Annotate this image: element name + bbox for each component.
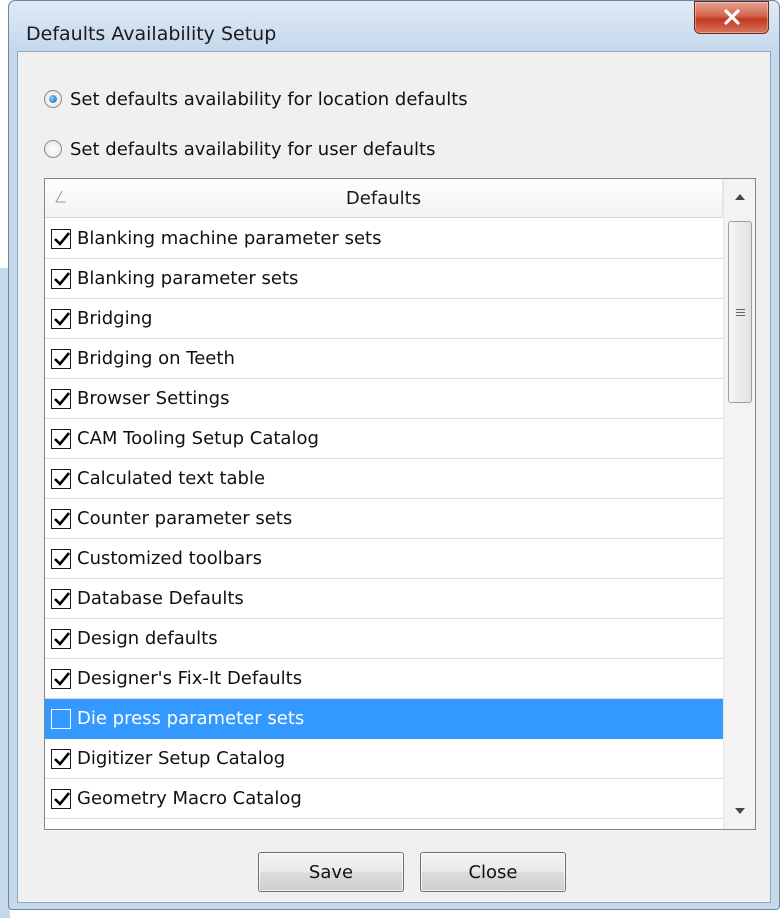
list-item-label: Geometry Macro Catalog [77,788,302,809]
column-header-defaults: Defaults [345,188,422,209]
list-item[interactable]: Designer's Fix-It Defaults [45,659,723,699]
checkbox-checked[interactable] [51,388,71,409]
list-item-label: Design defaults [77,628,218,649]
list-item[interactable]: Digitizer Setup Catalog [45,739,723,779]
checkbox-checked[interactable] [51,228,71,249]
checkbox-unchecked[interactable] [51,708,71,729]
list-item[interactable]: Calculated text table [45,459,723,499]
dialog-client-area: Set defaults availability for location d… [17,51,771,903]
list-item-label: Digitizer Setup Catalog [77,748,286,769]
checkmark-icon [54,471,71,486]
title-bar[interactable]: Defaults Availability Setup [9,1,779,51]
checkmark-icon [54,311,71,326]
scroll-thumb[interactable] [728,221,752,403]
list-item-label: Bridging on Teeth [77,348,235,369]
checkbox-checked[interactable] [51,588,71,609]
close-x-icon [724,9,740,25]
list-item[interactable]: Bridging on Teeth [45,339,723,379]
radio-location-defaults[interactable]: Set defaults availability for location d… [44,86,468,112]
checkmark-icon [54,511,71,526]
list-item-label: Customized toolbars [77,548,262,569]
list-rows: Blanking machine parameter sets Blanking … [45,219,723,819]
window-close-button[interactable] [694,1,769,34]
checkmark-icon [54,631,71,646]
list-item[interactable]: Database Defaults [45,579,723,619]
checkmark-icon [54,791,71,806]
list-item[interactable]: Blanking machine parameter sets [45,219,723,259]
checkbox-checked[interactable] [51,548,71,569]
checkmark-icon [54,431,71,446]
scroll-up-button[interactable] [724,179,755,215]
list-item[interactable]: CAM Tooling Setup Catalog [45,419,723,459]
checkmark-icon [54,671,71,686]
checkmark-icon [54,751,71,766]
checkbox-checked[interactable] [51,668,71,689]
checkbox-checked[interactable] [51,788,71,809]
checkbox-checked[interactable] [51,468,71,489]
checkbox-checked[interactable] [51,628,71,649]
arrow-up-icon [735,194,745,200]
checkmark-icon [54,551,71,566]
list-item[interactable]: Browser Settings [45,379,723,419]
list-item[interactable]: Bridging [45,299,723,339]
radio-user-defaults[interactable]: Set defaults availability for user defau… [44,136,435,162]
vertical-scrollbar[interactable] [723,179,755,829]
list-item-label: Calculated text table [77,468,266,489]
list-column-header[interactable]: Defaults [45,179,723,218]
checkmark-icon [54,351,71,366]
list-item[interactable]: Geometry Macro Catalog [45,779,723,819]
list-item[interactable]: Die press parameter sets [45,699,723,739]
list-item[interactable]: Customized toolbars [45,539,723,579]
list-item-label: Blanking machine parameter sets [77,228,382,249]
save-button[interactable]: Save [258,852,404,892]
checkbox-checked[interactable] [51,428,71,449]
list-item[interactable]: Counter parameter sets [45,499,723,539]
close-button[interactable]: Close [420,852,566,892]
list-item[interactable]: Design defaults [45,619,723,659]
list-item-label: Database Defaults [77,588,244,609]
arrow-down-icon [735,808,745,814]
checkmark-icon [54,591,71,606]
list-item-label: Die press parameter sets [77,708,305,729]
list-item-label: Designer's Fix-It Defaults [77,668,303,689]
window-title: Defaults Availability Setup [26,23,277,45]
checkbox-checked[interactable] [51,308,71,329]
checkmark-icon [54,391,71,406]
checkbox-checked[interactable] [51,268,71,289]
list-item-label: Blanking parameter sets [77,268,299,289]
list-item-label: Browser Settings [77,388,230,409]
checkbox-checked[interactable] [51,348,71,369]
radio-user-label: Set defaults availability for user defau… [70,138,436,160]
list-item-label: Bridging [77,308,153,329]
radio-button-unchecked[interactable] [44,140,62,158]
radio-button-checked[interactable] [44,90,62,108]
checkmark-icon [54,231,71,246]
list-item-label: CAM Tooling Setup Catalog [77,428,319,449]
list-item-label: Counter parameter sets [77,508,293,529]
defaults-list[interactable]: Defaults Blanking machine parameter sets… [44,178,756,830]
list-item[interactable]: Blanking parameter sets [45,259,723,299]
checkmark-icon [54,271,71,286]
radio-location-label: Set defaults availability for location d… [70,88,468,110]
checkbox-checked[interactable] [51,508,71,529]
grip-icon [736,309,745,316]
checkbox-checked[interactable] [51,748,71,769]
dialog-window: Defaults Availability Setup Set defaults… [8,0,780,910]
scroll-down-button[interactable] [724,793,755,829]
